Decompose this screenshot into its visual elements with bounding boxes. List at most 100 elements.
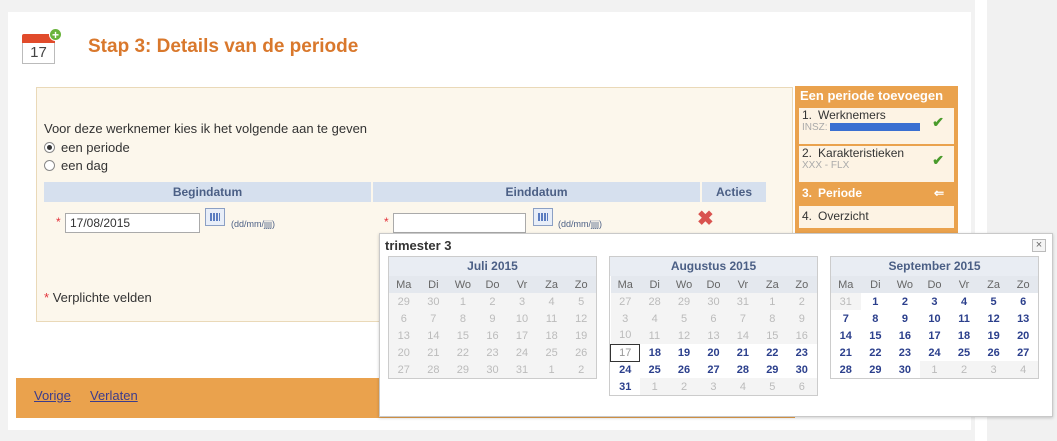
step-werknemers[interactable]: 1. Werknemers INSZ: ✔: [799, 108, 954, 144]
calendar-day: 28: [418, 361, 449, 378]
weekday-header: Za: [757, 276, 788, 293]
month-name: Juli 2015: [389, 257, 596, 276]
calendar-day[interactable]: 21: [728, 344, 757, 361]
calendar-day: 18: [536, 327, 567, 344]
required-star: *: [384, 215, 389, 229]
calendar-day: 29: [448, 361, 478, 378]
calendar-day[interactable]: 26: [979, 344, 1009, 361]
calendar-day[interactable]: 14: [831, 327, 861, 344]
calendar-day[interactable]: 16: [890, 327, 920, 344]
prev-link[interactable]: Vorige: [34, 388, 71, 403]
calendar-day[interactable]: 20: [1008, 327, 1038, 344]
calendar-day: 1: [639, 378, 670, 395]
calendar-day: 7: [728, 310, 758, 327]
calendar-day: 21: [418, 344, 449, 361]
step-label: Karakteristieken: [818, 146, 905, 160]
calendar-day: 23: [477, 344, 508, 361]
calendar-day[interactable]: 5: [979, 293, 1009, 310]
calendar-day: 31: [507, 361, 537, 378]
calendar-day: 2: [477, 293, 508, 310]
calendar-day[interactable]: 11: [949, 310, 979, 327]
weekday-header: Vr: [949, 276, 979, 293]
calendar-day[interactable]: 30: [787, 361, 816, 378]
calendar-day[interactable]: 7: [831, 310, 861, 327]
calendar-day[interactable]: 9: [890, 310, 920, 327]
radio-een-periode[interactable]: een periode: [44, 140, 130, 155]
begindatum-input[interactable]: 17/08/2015: [65, 213, 200, 233]
calendar-day[interactable]: 25: [949, 344, 979, 361]
calendar-day[interactable]: 6: [1008, 293, 1038, 310]
step-overzicht[interactable]: 4. Overzicht: [799, 206, 954, 228]
calendar-day: 3: [698, 378, 729, 395]
calendar-day[interactable]: 22: [861, 344, 891, 361]
radio-unselected-icon[interactable]: [44, 160, 55, 171]
calendar-day: 11: [536, 310, 567, 327]
calendar-day[interactable]: 29: [758, 361, 787, 378]
delete-icon[interactable]: ✖: [697, 206, 714, 231]
close-icon[interactable]: ×: [1032, 239, 1046, 252]
begindatum-calendar-icon[interactable]: [205, 208, 225, 226]
calendar-day[interactable]: 27: [1008, 344, 1038, 361]
calendar-day[interactable]: 20: [699, 344, 728, 361]
calendar-day[interactable]: 3: [920, 293, 950, 310]
calendar-day[interactable]: 22: [758, 344, 787, 361]
popup-title: trimester 3: [385, 238, 452, 253]
calendar-day[interactable]: 29: [861, 361, 891, 378]
calendar-day[interactable]: 24: [611, 361, 640, 378]
calendar-day[interactable]: 27: [699, 361, 728, 378]
weekday-header: Zo: [787, 276, 817, 293]
calendar-day[interactable]: 23: [890, 344, 920, 361]
calendar-day[interactable]: 15: [861, 327, 891, 344]
exit-link[interactable]: Verlaten: [90, 388, 138, 403]
calendar-day: 14: [728, 327, 758, 344]
calendar-day: 31: [728, 293, 758, 310]
calendar-day[interactable]: 4: [949, 293, 979, 310]
calendar-day[interactable]: 21: [831, 344, 861, 361]
weekday-header: Vr: [728, 276, 758, 293]
calendar-day: 9: [477, 310, 508, 327]
calendar-day[interactable]: 2: [890, 293, 920, 310]
calendar-day[interactable]: 31: [611, 378, 640, 395]
calendar-day[interactable]: 19: [979, 327, 1009, 344]
calendar-day: 2: [949, 361, 979, 378]
calendar-day: 4: [536, 293, 567, 310]
calendar-day: 12: [566, 310, 596, 327]
calendar-day: 22: [448, 344, 478, 361]
weekday-header: Ma: [831, 276, 861, 293]
step-sub: INSZ:: [802, 122, 954, 133]
calendar-day: 14: [418, 327, 449, 344]
month-calendar: Augustus 2015 Ma Di Wo Do Vr Za Zo 27 28 29 30 31 1 2 3…: [609, 256, 818, 396]
calendar-day[interactable]: 25: [640, 361, 669, 378]
required-star: *: [44, 290, 50, 305]
month-calendar: Juli 2015 Ma Di Wo Do Vr Za Zo 29 30 1 2 3 4 5 6 7 8 9 10 11…: [388, 256, 597, 379]
radio-selected-icon[interactable]: [44, 142, 55, 153]
step-label: Werknemers: [818, 108, 886, 122]
calendar-day[interactable]: 8: [861, 310, 891, 327]
calendar-day[interactable]: 23: [787, 344, 816, 361]
einddatum-input[interactable]: [393, 213, 526, 233]
calendar-day[interactable]: 10: [920, 310, 950, 327]
calendar-day[interactable]: 18: [640, 344, 669, 361]
calendar-day[interactable]: 19: [669, 344, 698, 361]
calendar-day[interactable]: 30: [890, 361, 920, 378]
calendar-day[interactable]: 28: [728, 361, 757, 378]
step-karakteristieken[interactable]: 2. Karakteristieken XXX - FLX ✔: [799, 146, 954, 182]
step-number: 1.: [802, 108, 813, 122]
step-periode[interactable]: 3. Periode ⇐: [799, 184, 954, 204]
calendar-day[interactable]: 28: [831, 361, 861, 378]
calendar-day[interactable]: 12: [979, 310, 1009, 327]
calendar-day: 1: [536, 361, 567, 378]
calendar-day: 5: [757, 378, 788, 395]
calendar-day: 1: [448, 293, 478, 310]
calendar-day[interactable]: 17: [920, 327, 950, 344]
calendar-day[interactable]: 18: [949, 327, 979, 344]
einddatum-calendar-icon[interactable]: [533, 208, 553, 226]
calendar-day: 5: [669, 310, 699, 327]
radio-een-dag[interactable]: een dag: [44, 158, 108, 173]
calendar-day[interactable]: 13: [1008, 310, 1038, 327]
calendar-day[interactable]: 26: [669, 361, 698, 378]
arrow-left-icon: ⇐: [933, 186, 944, 200]
calendar-day[interactable]: 1: [861, 293, 891, 310]
calendar-day: 8: [448, 310, 478, 327]
calendar-day[interactable]: 24: [920, 344, 950, 361]
